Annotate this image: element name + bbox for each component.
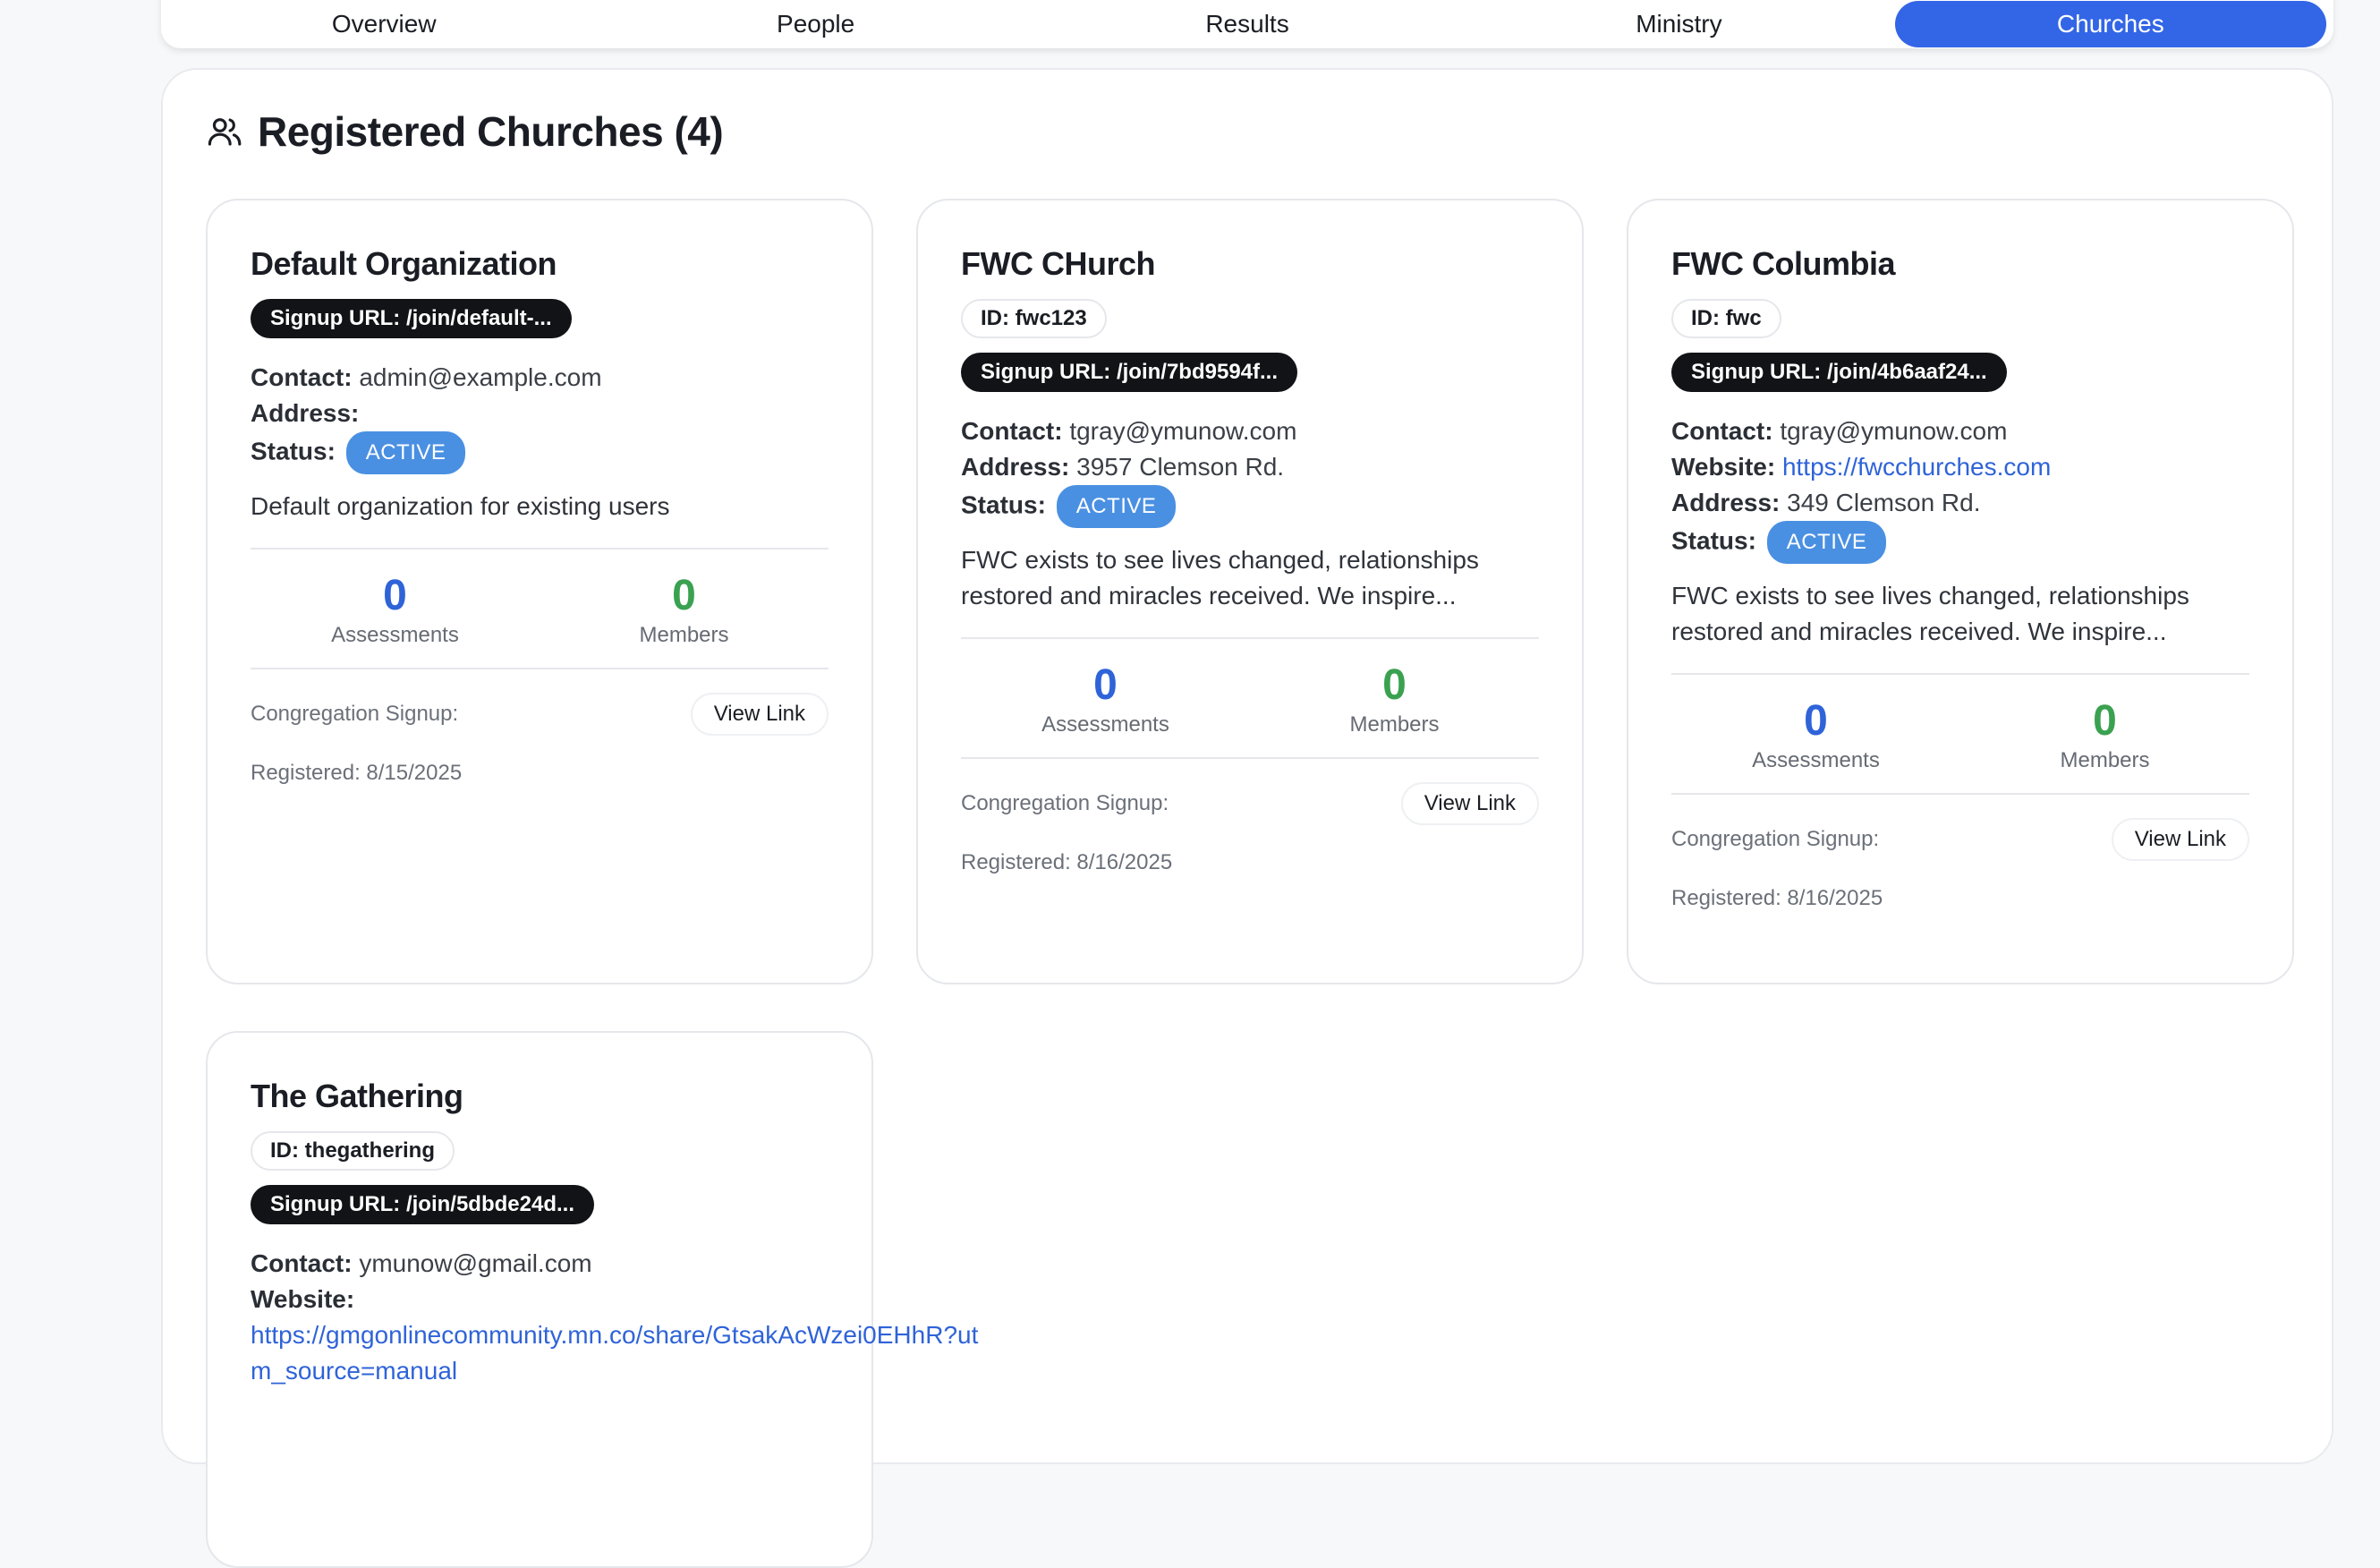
tab-churches[interactable]: Churches: [1894, 1, 2327, 47]
status-row: Status: ACTIVE: [961, 485, 1539, 528]
address-row: Address: 3957 Clemson Rd.: [961, 453, 1285, 481]
signup-url-badge[interactable]: Signup URL: /join/4b6aaf24...: [1671, 353, 2007, 392]
church-card: The Gathering ID: thegathering Signup UR…: [206, 1031, 978, 1568]
registered-date: Registered: 8/16/2025: [1671, 886, 1883, 910]
members-count: 0: [1382, 661, 1407, 709]
status-badge: ACTIVE: [1766, 521, 1887, 564]
registered-date: Registered: 8/15/2025: [251, 761, 463, 785]
status-row: Status: ACTIVE: [251, 431, 829, 474]
tab-bar: Overview People Results Ministry Churche…: [161, 0, 2333, 48]
website-link-row: https://gmgonlinecommunity.mn.co/share/G…: [251, 1317, 984, 1389]
congregation-signup-label: Congregation Signup:: [961, 791, 1169, 815]
church-id-badge: ID: fwc: [1671, 299, 1781, 338]
address-row: Address:: [251, 399, 360, 427]
contact-row: Contact: tgray@ymunow.com: [961, 417, 1297, 445]
assessments-count: 0: [1804, 697, 1828, 745]
contact-row: Contact: admin@example.com: [251, 363, 602, 391]
contact-row: Contact: tgray@ymunow.com: [1671, 417, 2008, 445]
status-row: Status: ACTIVE: [1671, 521, 2249, 564]
members-stat: 0 Members: [1960, 698, 2249, 773]
congregation-signup-label: Congregation Signup:: [1671, 827, 1880, 851]
church-name: Default Organization: [251, 245, 557, 282]
page-title: Registered Churches (4): [258, 108, 724, 155]
congregation-signup-label: Congregation Signup:: [251, 702, 459, 726]
congregation-signup-row: Congregation Signup: View Link: [251, 693, 829, 736]
churches-panel: Registered Churches (4) Default Organiza…: [161, 68, 2333, 1568]
signup-url-badge[interactable]: Signup URL: /join/7bd9594f...: [961, 353, 1298, 392]
website-link[interactable]: https://gmgonlinecommunity.mn.co/share/G…: [251, 1321, 978, 1385]
church-name: The Gathering: [251, 1078, 463, 1114]
view-link-button[interactable]: View Link: [1400, 782, 1539, 825]
assessments-label: Assessments: [1041, 712, 1169, 737]
members-stat: 0 Members: [1250, 662, 1539, 737]
signup-url-badge[interactable]: Signup URL: /join/default-...: [251, 299, 572, 338]
panel-header: Registered Churches (4): [206, 107, 724, 156]
assessments-label: Assessments: [331, 623, 459, 647]
users-icon: [208, 118, 242, 146]
assessments-stat: 0 Assessments: [1671, 698, 1960, 773]
church-id-badge: ID: thegathering: [251, 1131, 455, 1171]
members-label: Members: [1349, 712, 1440, 737]
members-count: 0: [2093, 697, 2117, 745]
assessments-count: 0: [1093, 661, 1118, 709]
assessments-stat: 0 Assessments: [961, 662, 1250, 737]
church-name: FWC Columbia: [1671, 245, 1895, 282]
assessments-label: Assessments: [1752, 748, 1880, 772]
address-row: Address: 349 Clemson Rd.: [1671, 489, 1981, 516]
church-description: FWC exists to see lives changed, relatio…: [961, 546, 1479, 609]
address-value: 3957 Clemson Rd.: [1076, 453, 1285, 481]
view-link-button[interactable]: View Link: [2111, 818, 2249, 861]
status-badge: ACTIVE: [1056, 485, 1177, 528]
church-description: Default organization for existing users: [251, 492, 670, 520]
website-row: Website:: [251, 1285, 355, 1313]
congregation-signup-row: Congregation Signup: View Link: [961, 782, 1539, 825]
view-link-button[interactable]: View Link: [690, 693, 829, 736]
tab-overview[interactable]: Overview: [168, 1, 599, 47]
stats-row: 0 Assessments 0 Members: [1671, 673, 2249, 795]
contact-email: admin@example.com: [359, 363, 602, 391]
signup-url-badge[interactable]: Signup URL: /join/5dbde24d...: [251, 1185, 594, 1224]
contact-email: ymunow@gmail.com: [359, 1249, 592, 1277]
assessments-count: 0: [383, 572, 407, 619]
registered-date: Registered: 8/16/2025: [961, 850, 1173, 874]
members-stat: 0 Members: [540, 573, 829, 648]
congregation-signup-row: Congregation Signup: View Link: [1671, 818, 2249, 861]
status-badge: ACTIVE: [345, 431, 466, 474]
church-card: FWC Columbia ID: fwc Signup URL: /join/4…: [1627, 199, 2294, 984]
church-description: FWC exists to see lives changed, relatio…: [1671, 582, 2189, 645]
church-card: FWC CHurch ID: fwc123 Signup URL: /join/…: [916, 199, 1584, 984]
contact-email: tgray@ymunow.com: [1069, 417, 1297, 445]
assessments-stat: 0 Assessments: [251, 573, 540, 648]
members-label: Members: [639, 623, 729, 647]
church-id-badge: ID: fwc123: [961, 299, 1107, 338]
website-row: Website: https://fwcchurches.com: [1671, 453, 2052, 481]
tab-ministry[interactable]: Ministry: [1463, 1, 1894, 47]
address-value: 349 Clemson Rd.: [1787, 489, 1981, 516]
members-label: Members: [2060, 748, 2150, 772]
contact-email: tgray@ymunow.com: [1780, 417, 2008, 445]
church-name: FWC CHurch: [961, 245, 1155, 282]
contact-row: Contact: ymunow@gmail.com: [251, 1249, 592, 1277]
website-link[interactable]: https://fwcchurches.com: [1782, 453, 2051, 481]
stats-row: 0 Assessments 0 Members: [961, 637, 1539, 759]
tab-people[interactable]: People: [599, 1, 1031, 47]
tab-results[interactable]: Results: [1032, 1, 1463, 47]
stats-row: 0 Assessments 0 Members: [251, 548, 829, 669]
members-count: 0: [672, 572, 696, 619]
church-card: Default Organization Signup URL: /join/d…: [206, 199, 873, 984]
